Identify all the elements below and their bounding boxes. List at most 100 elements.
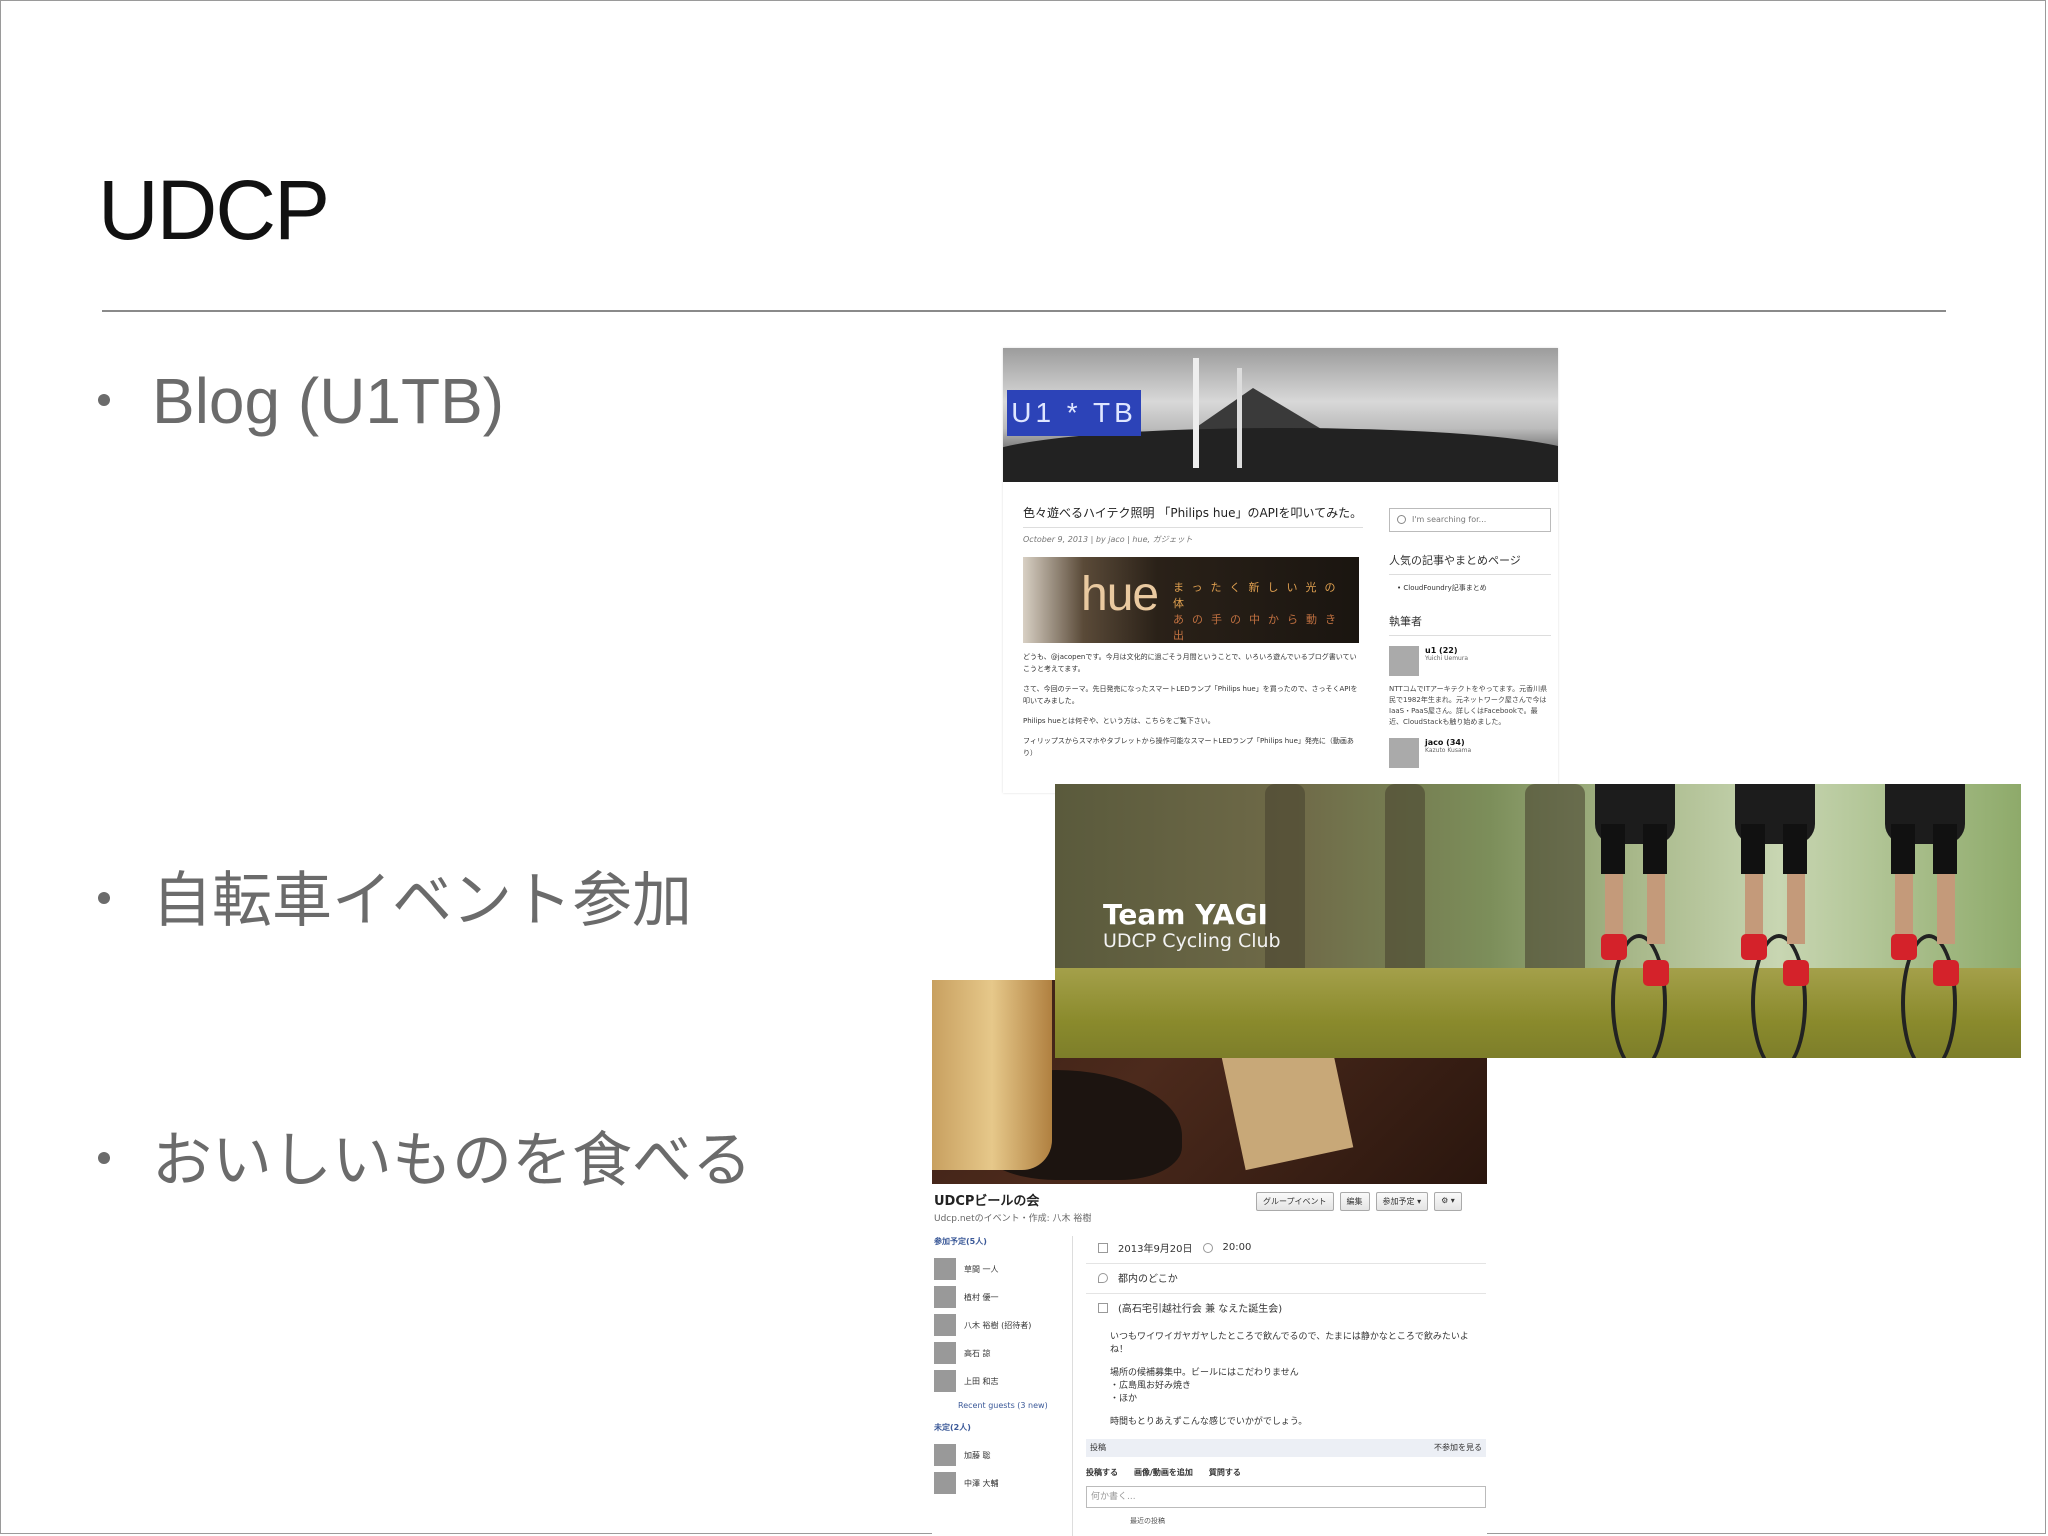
event-subtitle: Udcp.netのイベント・作成: 八木 裕樹	[934, 1214, 1092, 1224]
blog-logo: U1 * TB	[1007, 390, 1141, 436]
bridge-tower	[1237, 368, 1242, 468]
edit-button[interactable]: 編集	[1339, 1192, 1370, 1211]
recent-guests-link[interactable]: Recent guests (3 new)	[958, 1401, 1072, 1410]
guest-avatar	[934, 1286, 956, 1308]
going-heading[interactable]: 参加予定(5人)	[934, 1236, 1072, 1247]
description-paragraph: 時間もとりあえずこんな感じでいかがでしょう。	[1110, 1417, 1308, 1427]
author-avatar	[1389, 738, 1419, 768]
event-datetime-row: 2013年9月20日 20:00	[1086, 1234, 1486, 1264]
event-description-row: (高石宅引越社行会 兼 なえた誕生会)	[1086, 1294, 1486, 1323]
description-paragraph: いつもワイワイガヤガヤしたところで飲んでるので、たまには静かなところで飲みたいよ…	[1110, 1332, 1469, 1355]
shorts	[1601, 824, 1625, 874]
location-pin-icon	[1098, 1272, 1108, 1283]
shoe	[1891, 934, 1917, 960]
bullet-food: おいしいものを食べる	[98, 1112, 752, 1199]
rsvp-dropdown[interactable]: 参加予定 ▾	[1375, 1192, 1429, 1211]
slide-title: UDCP	[98, 163, 330, 257]
add-photo-button[interactable]: 画像/動画を追加	[1134, 1467, 1193, 1478]
author-fullname: Yuichi Uemura	[1425, 655, 1468, 662]
bullet-cycling: 自転車イベント参加	[98, 852, 692, 939]
shoe	[1601, 934, 1627, 960]
event-location-row: 都内のどこか	[1086, 1264, 1486, 1294]
post-actions: 投稿する 画像/動画を追加 質問する	[1086, 1467, 1486, 1478]
hue-tagline: まったく新しい光の体	[1173, 581, 1344, 610]
author-name[interactable]: jaco (34)	[1425, 738, 1471, 747]
bullet-blog: Blog (U1TB)	[98, 364, 504, 438]
guest-item[interactable]: 上田 和志	[934, 1367, 1072, 1395]
ask-question-button[interactable]: 質問する	[1209, 1467, 1241, 1478]
post-section-header: 投稿 不参加を見る	[1086, 1439, 1486, 1457]
hide-declined-link[interactable]: 不参加を見る	[1434, 1439, 1482, 1457]
blog-post-title: 色々遊べるハイテク照明 「Philips hue」のAPIを叩いてみた。	[1023, 506, 1363, 520]
guest-item[interactable]: 八木 裕樹 (招待者)	[934, 1311, 1072, 1339]
event-date: 2013年9月20日	[1118, 1244, 1193, 1255]
sidebar-link-label: CloudFoundry記事まとめ	[1403, 584, 1487, 592]
author-card: jaco (34) Kazuto Kusama	[1389, 738, 1551, 768]
blog-search-input[interactable]: I'm searching for...	[1389, 508, 1551, 532]
hue-banner-image: hue まったく新しい光の体 あの手の中から動き出	[1023, 557, 1359, 643]
shorts	[1891, 824, 1915, 874]
bullet-text: Blog (U1TB)	[152, 365, 505, 437]
guest-name: 植村 優一	[964, 1292, 999, 1302]
event-details: 2013年9月20日 20:00 都内のどこか (高石宅引越社行会 兼 なえた誕…	[1086, 1234, 1486, 1526]
guest-item[interactable]: 高石 諒	[934, 1339, 1072, 1367]
guest-avatar	[934, 1314, 956, 1336]
guest-name: 草間 一人	[964, 1264, 999, 1274]
group-event-button[interactable]: グループイベント	[1256, 1192, 1334, 1211]
shoe	[1933, 960, 1959, 986]
beer-can-image	[932, 980, 1052, 1170]
event-time: 20:00	[1222, 1242, 1252, 1253]
sidebar-heading-authors: 執筆者	[1389, 613, 1551, 636]
guest-name: 中澤 大輔	[964, 1478, 999, 1488]
blog-header-photo: U1 * TB	[1003, 348, 1558, 482]
blog-post-body: どうも、@jacopenです。今月は文化的に過ごそう月間ということで、いろいろ遊…	[1023, 651, 1363, 759]
cyclist-figure	[1565, 784, 1705, 1058]
cyclist-figure	[1705, 784, 1845, 1058]
blog-paragraph: Philips hueとは何ぞや、という方は、こちらをご覧下さい。	[1023, 717, 1215, 725]
description-paragraph: 場所の候補募集中。ビールにはこだわりません ・広島風お好み焼き ・ほか	[1110, 1368, 1299, 1404]
blog-post-meta: October 9, 2013 | by jaco | hue, ガジェット	[1023, 527, 1363, 545]
hills-shape	[1003, 428, 1558, 482]
hue-logo: hue	[1081, 568, 1159, 621]
guest-item[interactable]: 植村 優一	[934, 1283, 1072, 1311]
guest-item[interactable]: 草間 一人	[934, 1255, 1072, 1283]
facebook-event-screenshot: UDCPビールの会 Udcp.netのイベント・作成: 八木 裕樹 グループイベ…	[932, 980, 1487, 1536]
author-card: u1 (22) Yuichi Uemura	[1389, 646, 1551, 676]
guest-avatar	[934, 1370, 956, 1392]
blog-paragraph: フィリップスからスマホやタブレットから操作可能なスマートLEDランプ「Phili…	[1023, 737, 1354, 757]
calendar-icon	[1098, 1242, 1108, 1253]
cyclist-figure	[1855, 784, 1995, 1058]
post-label: 投稿	[1090, 1443, 1106, 1452]
shoe	[1741, 934, 1767, 960]
guest-avatar	[934, 1342, 956, 1364]
event-location: 都内のどこか	[1118, 1274, 1178, 1285]
cycling-team-subtitle: UDCP Cycling Club	[1103, 930, 1281, 952]
guest-name: 上田 和志	[964, 1376, 999, 1386]
post-status-button[interactable]: 投稿する	[1086, 1467, 1118, 1478]
blog-main-column: 色々遊べるハイテク照明 「Philips hue」のAPIを叩いてみた。 Oct…	[1023, 498, 1363, 767]
bullet-dot-icon	[98, 1152, 110, 1165]
cycling-team-title: Team YAGI	[1103, 898, 1268, 931]
guest-name: 八木 裕樹 (招待者)	[964, 1320, 1032, 1330]
sidebar-heading-popular: 人気の記事やまとめページ	[1389, 552, 1551, 575]
recent-posts-label[interactable]: 最近の投稿	[1130, 1516, 1486, 1526]
guest-item[interactable]: 加藤 聡	[934, 1441, 1072, 1469]
sidebar-link[interactable]: • CloudFoundry記事まとめ	[1389, 583, 1551, 593]
author-name[interactable]: u1 (22)	[1425, 646, 1468, 655]
guest-item[interactable]: 中澤 大輔	[934, 1469, 1072, 1497]
cycling-club-banner: Team YAGI UDCP Cycling Club	[1055, 784, 2021, 1058]
bridge-tower	[1193, 358, 1199, 468]
event-description-title: (高石宅引越社行会 兼 なえた誕生会)	[1118, 1304, 1283, 1315]
post-composer-input[interactable]: 何か書く...	[1086, 1486, 1486, 1508]
shoe	[1783, 960, 1809, 986]
author-avatar	[1389, 646, 1419, 676]
blog-paragraph: さて、今回のテーマ。先日発売になったスマートLEDランプ「Philips hue…	[1023, 685, 1358, 705]
bullet-dot-icon	[98, 892, 110, 905]
maybe-heading[interactable]: 未定(2人)	[934, 1422, 1072, 1433]
guest-list: 参加予定(5人) 草間 一人 植村 優一 八木 裕樹 (招待者) 高石 諒 上田…	[934, 1236, 1073, 1536]
settings-dropdown[interactable]: ⚙ ▾	[1434, 1192, 1462, 1211]
blog-sidebar: I'm searching for... 人気の記事やまとめページ • Clou…	[1389, 508, 1551, 768]
guest-avatar	[934, 1444, 956, 1466]
hue-tagline: あの手の中から動き出	[1173, 613, 1344, 642]
author-description: NTTコムでITアーキテクトをやってます。元香川県民で1982年生まれ。元ネット…	[1389, 685, 1548, 726]
